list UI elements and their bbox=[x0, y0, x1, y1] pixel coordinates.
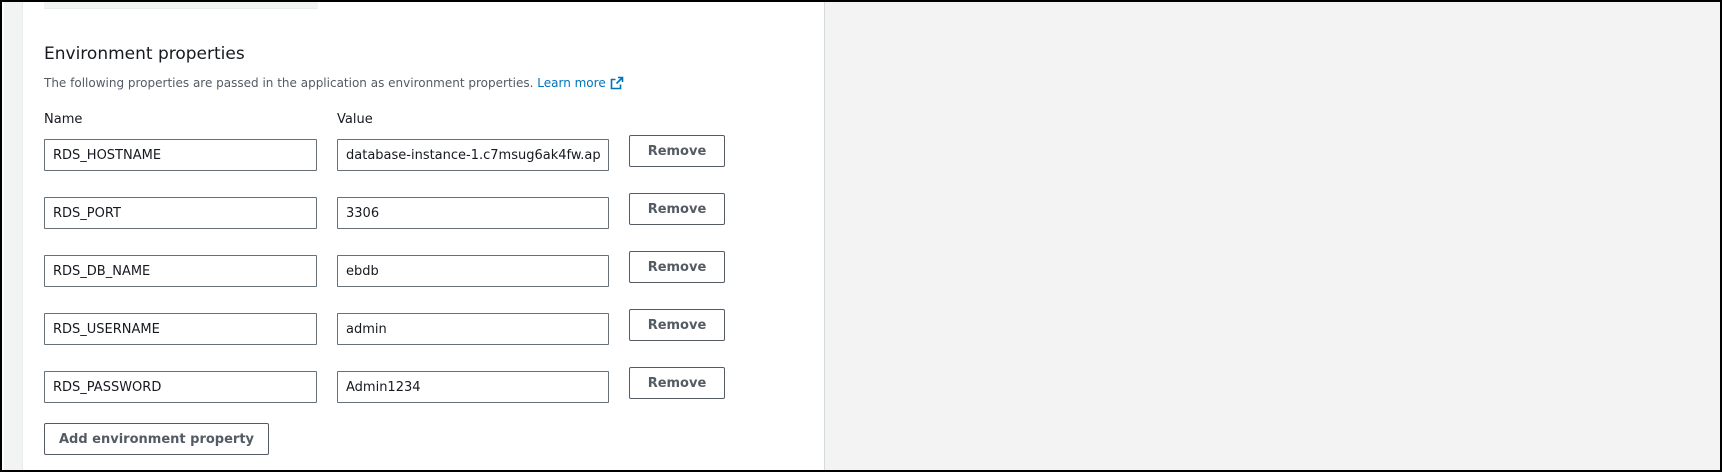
property-name-input[interactable] bbox=[44, 371, 317, 403]
learn-more-label: Learn more bbox=[537, 76, 606, 90]
external-link-icon bbox=[610, 76, 624, 93]
property-name-input[interactable] bbox=[44, 139, 317, 171]
description-text: The following properties are passed in t… bbox=[44, 76, 534, 90]
section-title: Environment properties bbox=[44, 44, 245, 64]
remove-button[interactable]: Remove bbox=[629, 135, 725, 167]
property-name-input[interactable] bbox=[44, 313, 317, 345]
left-gutter bbox=[4, 2, 23, 470]
window-frame: Environment properties The following pro… bbox=[0, 0, 1722, 472]
property-value-input[interactable] bbox=[337, 197, 609, 229]
property-value-input[interactable] bbox=[337, 371, 609, 403]
section-description: The following properties are passed in t… bbox=[44, 76, 624, 93]
property-name-input[interactable] bbox=[44, 255, 317, 287]
remove-button[interactable]: Remove bbox=[629, 251, 725, 283]
right-empty-area bbox=[824, 2, 1720, 470]
remove-button[interactable]: Remove bbox=[629, 309, 725, 341]
previous-field-edge bbox=[44, 2, 318, 9]
remove-button[interactable]: Remove bbox=[629, 193, 725, 225]
add-environment-property-button[interactable]: Add environment property bbox=[44, 423, 269, 455]
property-name-input[interactable] bbox=[44, 197, 317, 229]
property-value-input[interactable] bbox=[337, 255, 609, 287]
learn-more-link[interactable]: Learn more bbox=[537, 76, 624, 93]
remove-button[interactable]: Remove bbox=[629, 367, 725, 399]
value-column-header: Value bbox=[337, 112, 373, 127]
property-value-input[interactable] bbox=[337, 139, 609, 171]
property-value-input[interactable] bbox=[337, 313, 609, 345]
name-column-header: Name bbox=[44, 112, 83, 127]
